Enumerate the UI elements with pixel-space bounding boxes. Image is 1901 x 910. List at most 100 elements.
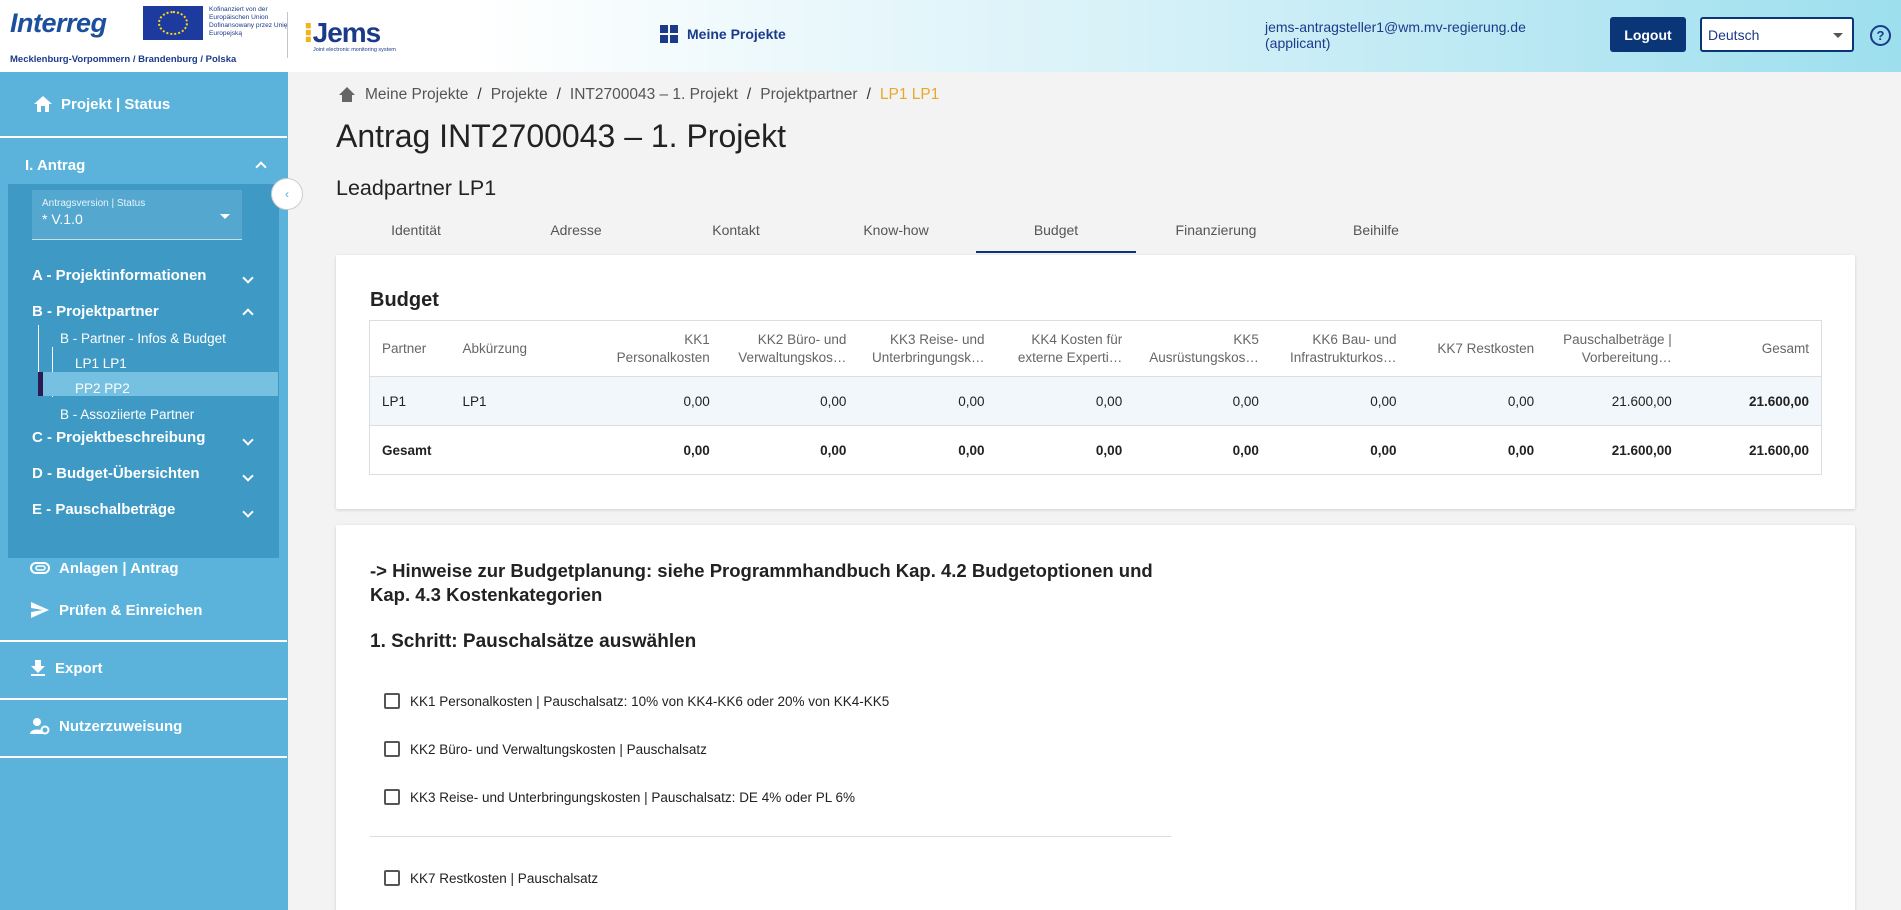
sidebar-item-partner-infos-budget[interactable]: B - Partner - Infos & Budget [60,331,226,346]
checkbox-label: KK3 Reise- und Unterbringungskosten | Pa… [410,789,855,805]
column-header: KK1 Personalkosten [616,331,710,365]
version-value: * V.1.0 [42,211,83,227]
language-value: Deutsch [1708,27,1760,43]
sidebar-item-label: D - Budget-Übersichten [32,465,200,482]
table-cell: Gesamt [369,425,451,475]
download-icon [31,660,45,676]
dashboard-grid-icon [660,25,678,43]
sidebar-divider [0,640,287,642]
table-cell: 0,00 [1134,376,1271,426]
table-cell: 0,00 [1134,425,1271,475]
tab-identitaet[interactable]: Identität [336,208,496,253]
tab-kontakt[interactable]: Kontakt [656,208,816,253]
sidebar-item-label: I. Antrag [25,157,86,174]
page-title: Antrag INT2700043 – 1. Projekt [336,118,787,154]
column-header: KK6 Bau- und Infrastrukturkos… [1289,331,1397,365]
sidebar-item-label: Anlagen | Antrag [59,559,179,577]
my-projects-link[interactable]: Meine Projekte [660,25,786,43]
sidebar-item-label: Export [55,659,103,677]
column-header: Abkürzung [462,340,528,356]
table-cell [450,425,588,475]
table-cell: 0,00 [858,425,997,475]
budget-title: Budget [370,289,439,311]
breadcrumb-separator: / [477,86,482,103]
jems-subtitle: Joint electronic monitoring system [313,47,396,53]
interreg-wordmark: Interreg [10,8,107,38]
dropdown-caret-icon [1833,33,1843,38]
logout-button[interactable]: Logout [1610,17,1686,52]
table-cell: 0,00 [858,376,997,426]
column-header: Gesamt [1761,340,1809,356]
sidebar-item-pp2[interactable]: PP2 PP2 [75,381,130,396]
breadcrumb-separator: / [556,86,561,103]
budget-card: Budget Partner Abkürzung KK1 Personalkos… [336,255,1855,509]
jems-logo[interactable]: ⁝Jems Joint electronic monitoring system [303,16,396,53]
tab-finanzierung[interactable]: Finanzierung [1136,208,1296,253]
column-header: KK2 Büro- und Verwaltungskos… [738,331,847,365]
budget-table: Partner Abkürzung KK1 Personalkosten KK2… [369,320,1822,475]
table-header-row: Partner Abkürzung KK1 Personalkosten KK2… [370,321,1822,377]
step1-heading: 1. Schritt: Pauschalsätze auswählen [370,631,697,652]
sidebar-item-projektpartner[interactable]: B - Projektpartner [32,303,254,320]
chevron-left-icon: ‹ [285,187,289,201]
tab-adresse[interactable]: Adresse [496,208,656,253]
sidebar-section-antrag: I. Antrag Antragsversion | Status * V.1.… [0,138,287,618]
interreg-logo[interactable]: Interreg Kofinanziert von der Europäisch… [10,6,290,68]
table-cell: 0,00 [1408,425,1547,475]
sidebar-item-pruefen-einreichen[interactable]: Prüfen & Einreichen [0,595,287,625]
checkbox-box[interactable] [384,693,400,709]
app-header: Interreg Kofinanziert von der Europäisch… [0,0,1901,72]
sidebar-item-antrag[interactable]: I. Antrag [0,138,287,184]
collapse-sidebar-button[interactable]: ‹ [271,178,303,210]
home-icon[interactable] [338,87,356,103]
jems-wordmark: Jems [312,17,382,48]
breadcrumb-item[interactable]: INT2700043 – 1. Projekt [570,86,738,104]
budget-options-card: -> Hinweise zur Budgetplanung: siehe Pro… [336,525,1855,910]
budget-hint-text: -> Hinweise zur Budgetplanung: siehe Pro… [370,560,1153,605]
table-row[interactable]: LP1 LP1 0,00 0,00 0,00 0,00 0,00 0,00 0,… [369,376,1822,426]
tab-know-how[interactable]: Know-how [816,208,976,253]
breadcrumb-item[interactable]: Projekte [491,86,548,104]
breadcrumb-item[interactable]: Projektpartner [760,86,857,104]
table-cell: 21.600,00 [1546,376,1684,426]
my-projects-label: Meine Projekte [687,26,786,42]
send-icon [31,602,49,618]
sidebar-item-lp1[interactable]: LP1 LP1 [75,356,127,371]
checkbox-box[interactable] [384,870,400,886]
chevron-up-icon [255,158,267,175]
tab-beihilfe[interactable]: Beihilfe [1296,208,1456,253]
checkbox-kk1-flatrate[interactable]: KK1 Personalkosten | Pauschalsatz: 10% v… [384,693,889,709]
sidebar-item-projektbeschreibung[interactable]: C - Projektbeschreibung [32,429,254,446]
sidebar-item-projektinformationen[interactable]: A - Projektinformationen [32,267,254,284]
language-select[interactable]: Deutsch [1700,17,1854,52]
checkbox-box[interactable] [384,789,400,805]
sidebar-item-budget-uebersichten[interactable]: D - Budget-Übersichten [32,465,254,482]
tab-budget[interactable]: Budget [976,208,1136,253]
sidebar-item-assoziierte-partner[interactable]: B - Assoziierte Partner [60,407,194,422]
sidebar-item-project-status[interactable]: Projekt | Status [0,72,287,136]
checkbox-kk2-flatrate[interactable]: KK2 Büro- und Verwaltungskosten | Pausch… [384,741,707,757]
eu-cofunding-text: Kofinanziert von der Europäischen Union … [209,6,288,37]
main-content: Meine Projekte / Projekte / INT2700043 –… [288,72,1901,910]
header-divider [287,12,288,58]
sidebar-item-nutzerzuweisung[interactable]: Nutzerzuweisung [0,711,287,741]
table-cell: 0,00 [1408,376,1547,426]
checkbox-kk3-flatrate[interactable]: KK3 Reise- und Unterbringungskosten | Pa… [384,789,855,805]
checkbox-box[interactable] [384,741,400,757]
sidebar-item-export[interactable]: Export [0,653,287,683]
version-select[interactable]: Antragsversion | Status * V.1.0 [32,190,242,240]
checkbox-kk7-flatrate[interactable]: KK7 Restkosten | Pauschalsatz [384,870,598,886]
sidebar-item-anlagen[interactable]: Anlagen | Antrag [0,553,287,583]
table-cell: 0,00 [1270,425,1409,475]
dropdown-caret-icon [220,214,230,219]
breadcrumb-separator: / [866,86,871,103]
sidebar-item-pauschalbetraege[interactable]: E - Pauschalbeträge [32,501,254,518]
column-header: KK5 Ausrüstungskos… [1149,331,1259,365]
breadcrumb-item[interactable]: Meine Projekte [365,86,468,104]
sidebar: Projekt | Status ‹ I. Antrag Antragsvers… [0,72,303,910]
sidebar-divider [0,756,287,758]
help-icon[interactable]: ? [1870,25,1891,46]
user-role: (applicant) [1265,35,1331,51]
table-cell: 21.600,00 [1683,376,1822,426]
sidebar-item-label: Projekt | Status [61,95,171,113]
